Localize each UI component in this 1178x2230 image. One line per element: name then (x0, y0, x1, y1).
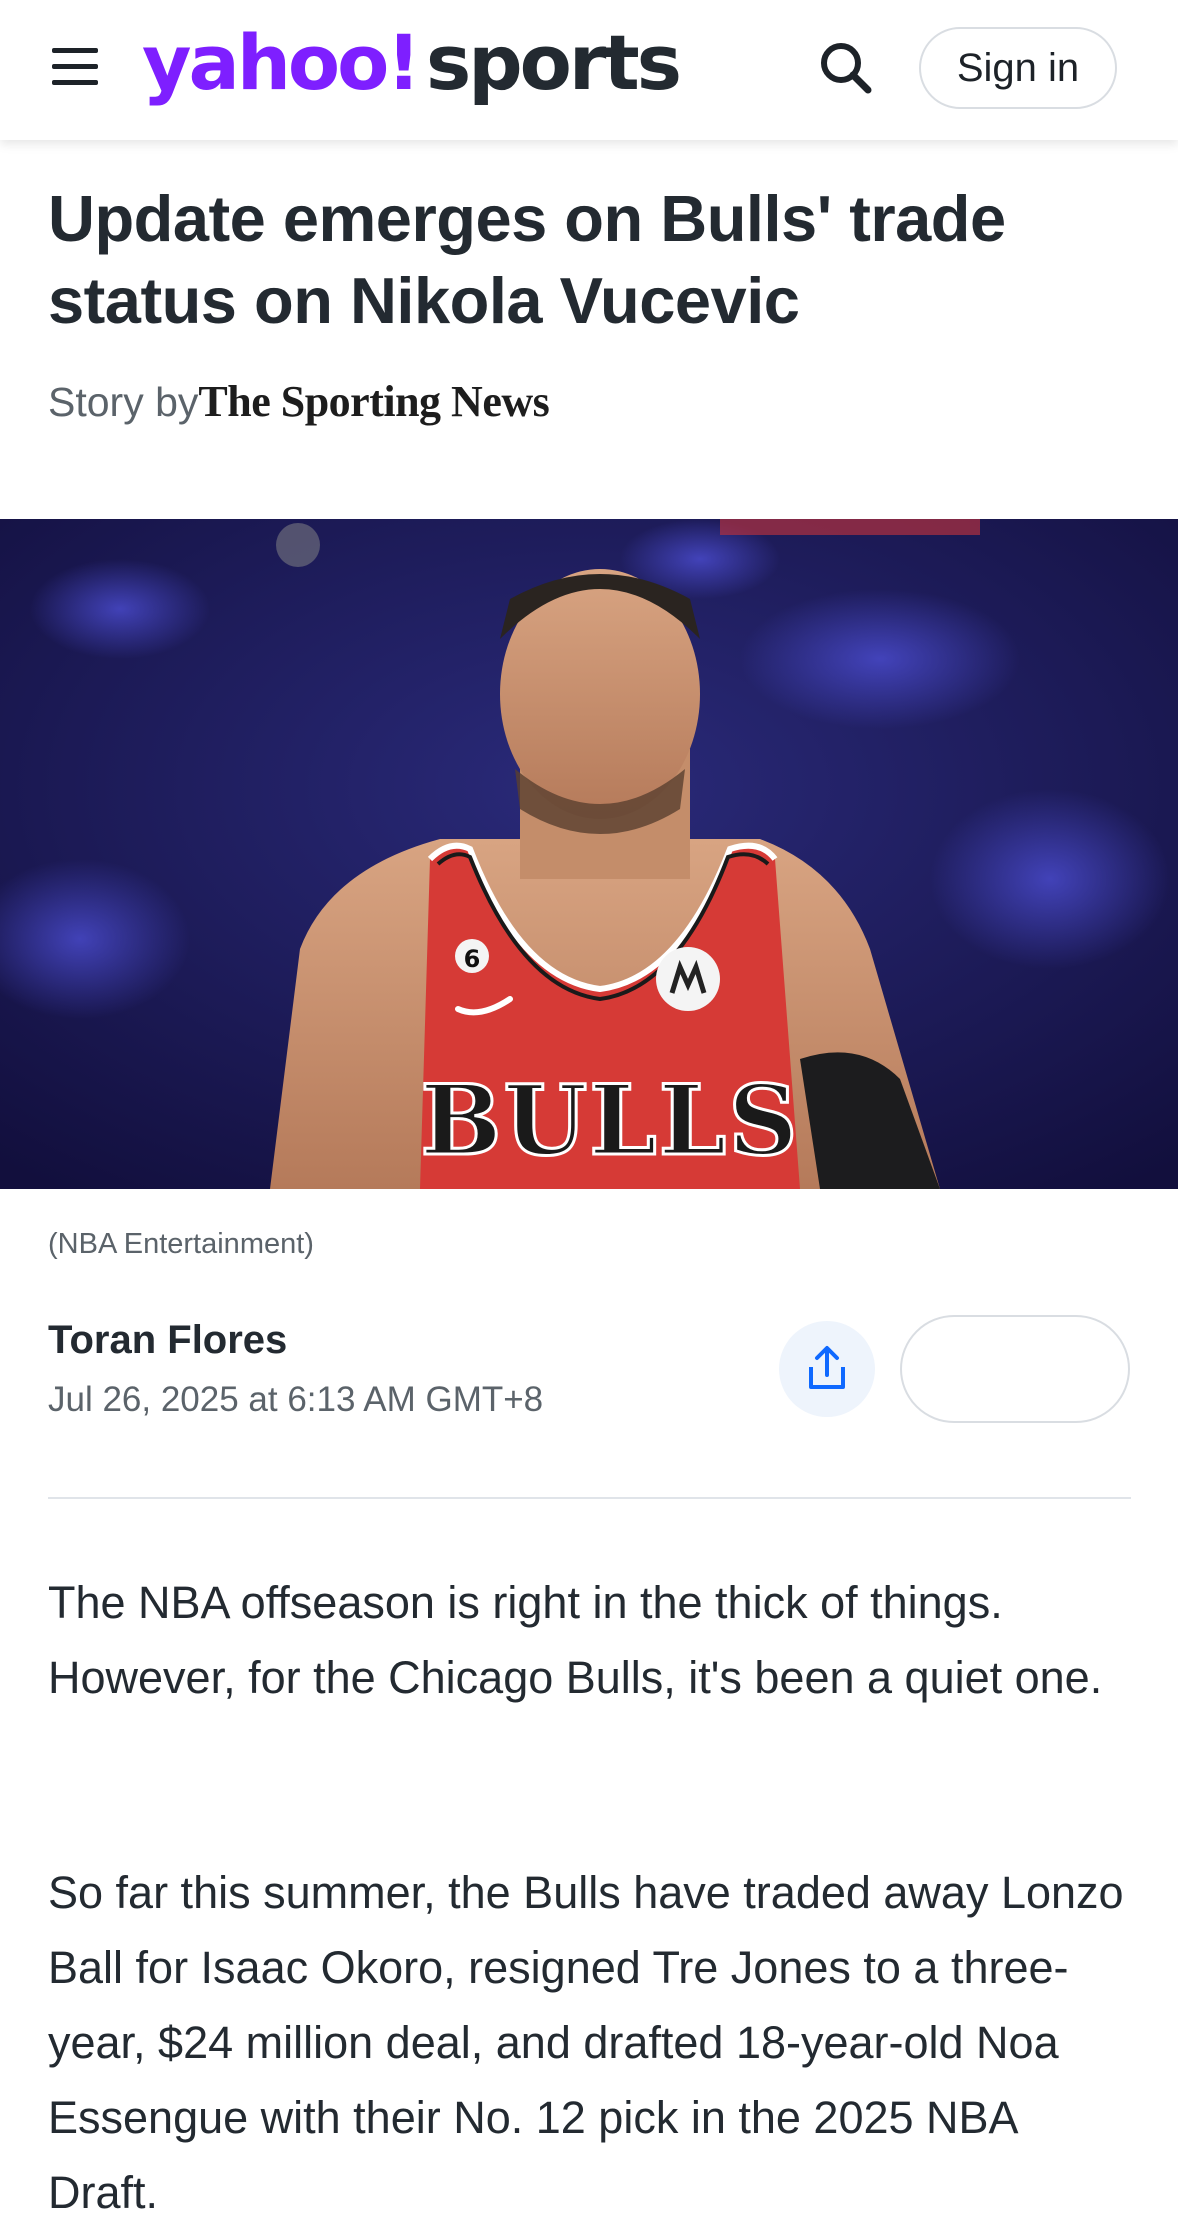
publisher-name[interactable]: The Sporting News (198, 376, 549, 427)
follow-button[interactable] (900, 1315, 1130, 1423)
logo-sports-text: sports (426, 18, 682, 107)
article-paragraph-1: The NBA offseason is right in the thick … (48, 1577, 1103, 1703)
author-name[interactable]: Toran Flores (48, 1318, 287, 1363)
top-header: yahoo! sports Sign in (0, 0, 1178, 140)
publish-date: Jul 26, 2025 at 6:13 AM GMT+8 (48, 1380, 544, 1419)
article-title: Update emerges on Bulls' trade status on… (48, 182, 1006, 337)
sign-in-button[interactable]: Sign in (919, 27, 1117, 109)
byline-prefix: Story by (48, 379, 199, 425)
article-paragraph-2: So far this summer, the Bulls have trade… (48, 1867, 1124, 2218)
search-icon[interactable] (816, 38, 876, 98)
jersey-number: 6 (464, 945, 481, 973)
menu-icon[interactable] (52, 48, 102, 92)
jersey-text: BULLS (420, 1064, 799, 1177)
share-button[interactable] (779, 1321, 875, 1417)
hero-image[interactable]: 6 BULLS (0, 519, 1178, 1189)
byline: Story by The Sporting News (48, 376, 550, 427)
image-caption: (NBA Entertainment) (48, 1228, 314, 1260)
share-icon (809, 1346, 845, 1389)
divider (48, 1497, 1131, 1499)
logo-yahoo-text: yahoo! (142, 18, 421, 107)
yahoo-sports-logo[interactable]: yahoo! sports (142, 18, 682, 118)
